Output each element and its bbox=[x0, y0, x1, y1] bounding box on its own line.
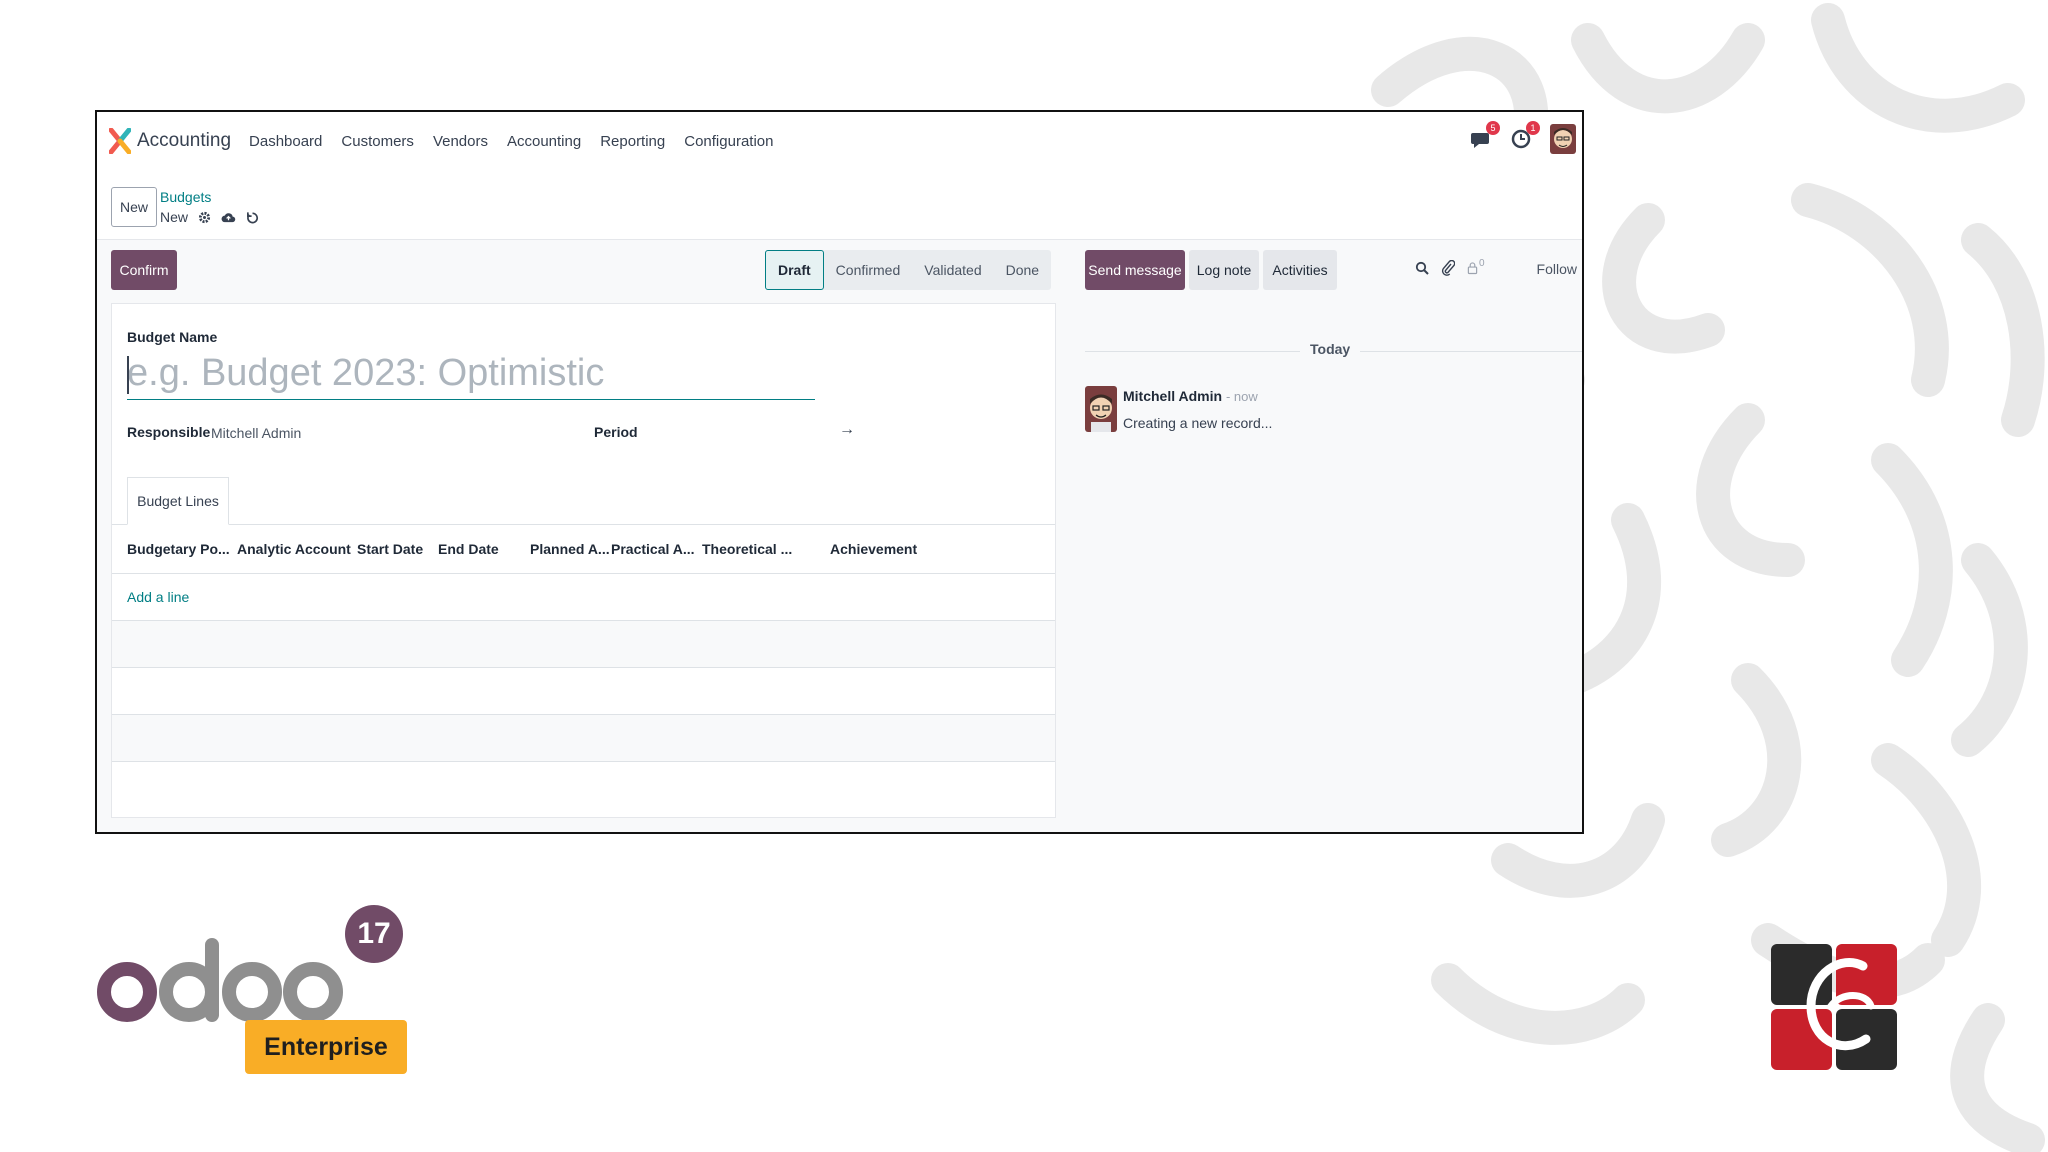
message-header: Mitchell Admin - now bbox=[1123, 388, 1258, 404]
message-author[interactable]: Mitchell Admin bbox=[1123, 388, 1222, 404]
message-author-avatar[interactable] bbox=[1085, 386, 1117, 432]
menu-vendors[interactable]: Vendors bbox=[433, 133, 488, 150]
lock-icon bbox=[1467, 262, 1478, 275]
stage-confirmed[interactable]: Confirmed bbox=[824, 250, 913, 290]
search-icon[interactable] bbox=[1415, 261, 1429, 275]
breadcrumb: New bbox=[160, 209, 259, 225]
menu-configuration[interactable]: Configuration bbox=[684, 133, 773, 150]
budget-name-input[interactable]: e.g. Budget 2023: Optimistic bbox=[127, 346, 815, 400]
budget-name-placeholder: e.g. Budget 2023: Optimistic bbox=[127, 352, 605, 394]
col-achievement[interactable]: Achievement bbox=[830, 541, 917, 557]
add-line-link[interactable]: Add a line bbox=[127, 589, 189, 605]
col-planned-amount[interactable]: Planned A... bbox=[530, 541, 610, 557]
message-time: - now bbox=[1225, 389, 1258, 404]
activities-clock-icon[interactable]: 1 bbox=[1510, 121, 1540, 150]
company-logo bbox=[1771, 944, 1897, 1070]
today-label: Today bbox=[1300, 341, 1361, 357]
stage-draft[interactable]: Draft bbox=[765, 250, 824, 290]
text-caret bbox=[127, 356, 129, 394]
table-header: Budgetary Po... Analytic Account Start D… bbox=[112, 526, 1055, 574]
odoo-17-enterprise-logo: 17 Enterprise bbox=[95, 900, 415, 1080]
tab-divider bbox=[112, 524, 1055, 525]
col-end-date[interactable]: End Date bbox=[438, 541, 499, 557]
followers-count: 0 bbox=[1479, 258, 1485, 269]
period-arrow-icon: → bbox=[839, 421, 855, 438]
form-content: Confirm Draft Confirmed Validated Done B… bbox=[97, 240, 1582, 832]
chatter-tools: 0 bbox=[1415, 258, 1485, 276]
paperclip-icon[interactable] bbox=[1441, 260, 1455, 276]
control-panel: New Budgets New bbox=[97, 170, 1582, 240]
table-row bbox=[112, 621, 1055, 668]
follow-button[interactable]: Follow bbox=[1537, 261, 1577, 277]
breadcrumb-current: New bbox=[160, 209, 189, 225]
discard-undo-icon[interactable] bbox=[246, 211, 259, 224]
status-bar: Draft Confirmed Validated Done bbox=[765, 250, 1052, 290]
col-start-date[interactable]: Start Date bbox=[357, 541, 423, 557]
table-row bbox=[112, 715, 1055, 762]
log-note-button[interactable]: Log note bbox=[1189, 250, 1259, 290]
menu-customers[interactable]: Customers bbox=[341, 133, 414, 150]
stage-validated[interactable]: Validated bbox=[912, 250, 993, 290]
confirm-button[interactable]: Confirm bbox=[111, 250, 177, 290]
send-message-button[interactable]: Send message bbox=[1085, 250, 1185, 290]
tab-budget-lines[interactable]: Budget Lines bbox=[127, 477, 229, 525]
table-row: Add a line bbox=[112, 574, 1055, 621]
user-avatar[interactable] bbox=[1550, 124, 1576, 154]
menu-dashboard[interactable]: Dashboard bbox=[249, 133, 322, 150]
form-sheet: Budget Name e.g. Budget 2023: Optimistic… bbox=[111, 303, 1056, 818]
new-button[interactable]: New bbox=[111, 187, 157, 227]
col-analytic-account[interactable]: Analytic Account bbox=[237, 541, 351, 557]
gear-icon[interactable] bbox=[198, 211, 211, 224]
responsible-label: Responsible bbox=[127, 424, 211, 440]
version-badge: 17 bbox=[345, 905, 403, 963]
message-body: Creating a new record... bbox=[1123, 415, 1273, 431]
responsible-field[interactable]: Mitchell Admin bbox=[211, 425, 301, 441]
menu-reporting[interactable]: Reporting bbox=[600, 133, 665, 150]
accounting-app-icon[interactable] bbox=[109, 128, 131, 154]
messages-icon[interactable]: 5 bbox=[1470, 121, 1500, 150]
messages-badge: 5 bbox=[1486, 121, 1500, 135]
col-theoretical-amount[interactable]: Theoretical ... bbox=[702, 541, 792, 557]
activities-button[interactable]: Activities bbox=[1263, 250, 1337, 290]
stage-done[interactable]: Done bbox=[994, 250, 1051, 290]
activities-badge: 1 bbox=[1526, 121, 1540, 135]
odoo-wordmark bbox=[97, 938, 343, 1022]
breadcrumb-budgets[interactable]: Budgets bbox=[160, 189, 211, 205]
top-navbar: Accounting Dashboard Customers Vendors A… bbox=[97, 112, 1582, 170]
budget-name-label: Budget Name bbox=[127, 329, 218, 345]
app-title[interactable]: Accounting bbox=[137, 130, 231, 152]
save-cloud-icon[interactable] bbox=[221, 211, 236, 224]
odoo-window: Accounting Dashboard Customers Vendors A… bbox=[95, 110, 1584, 834]
menu-accounting[interactable]: Accounting bbox=[507, 133, 581, 150]
chatter: Send message Log note Activities 0 Follo… bbox=[1085, 240, 1582, 832]
enterprise-badge: Enterprise bbox=[245, 1020, 407, 1074]
table-row bbox=[112, 668, 1055, 715]
col-budgetary-position[interactable]: Budgetary Po... bbox=[127, 541, 230, 557]
col-practical-amount[interactable]: Practical A... bbox=[611, 541, 695, 557]
systray: 5 1 bbox=[1470, 121, 1576, 154]
period-label: Period bbox=[594, 424, 638, 440]
followers-widget[interactable]: 0 bbox=[1467, 258, 1485, 275]
